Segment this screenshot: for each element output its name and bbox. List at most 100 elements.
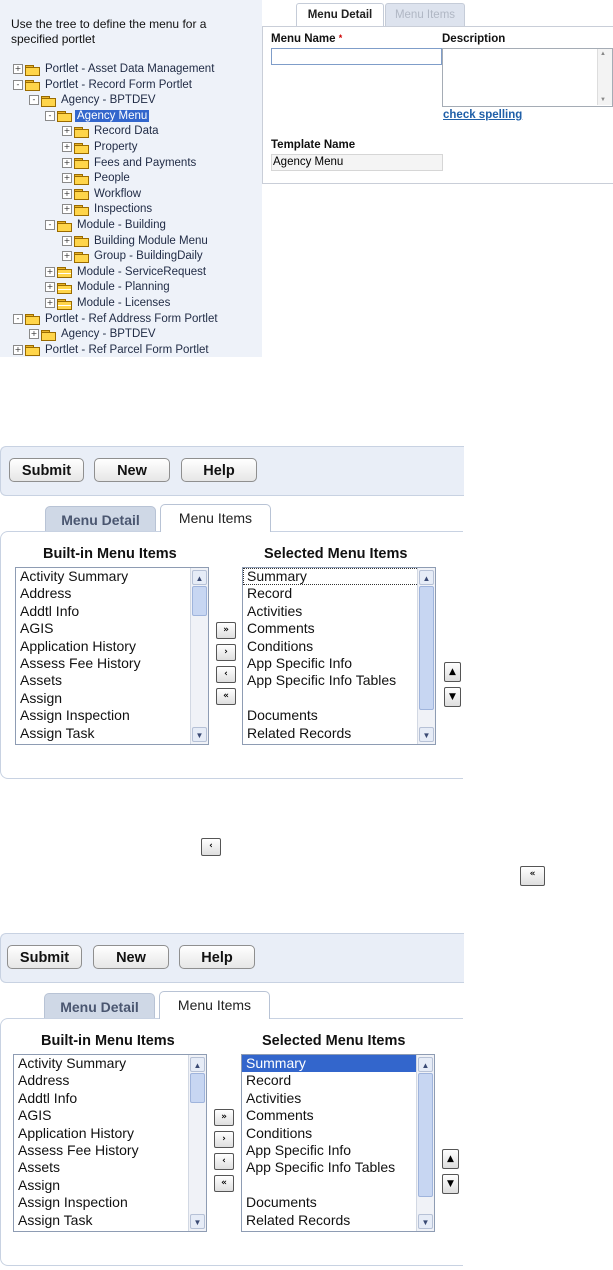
- tree-node[interactable]: - Portlet - Ref Address Form Portlet: [13, 311, 220, 327]
- tab-menu-items[interactable]: Menu Items: [160, 504, 271, 532]
- tree-node[interactable]: + Agency - BPTDEV: [29, 326, 158, 342]
- list-item[interactable]: AGIS: [14, 1107, 206, 1124]
- tree-node-label[interactable]: Property: [92, 141, 139, 153]
- list-item[interactable]: Assign Inspection: [16, 707, 208, 724]
- tree-node[interactable]: + Building Module Menu: [62, 233, 210, 249]
- move-up-icon[interactable]: ▲: [444, 662, 461, 682]
- tree-node-label[interactable]: Group - BuildingDaily: [92, 250, 205, 262]
- list-item[interactable]: Related Records: [242, 1212, 434, 1229]
- builtin-items-list[interactable]: Activity Summary Address Addtl Info AGIS App…: [13, 1054, 207, 1232]
- move-all-left-icon[interactable]: «: [214, 1175, 234, 1192]
- expand-icon[interactable]: +: [62, 142, 72, 152]
- scroll-down-icon[interactable]: ▼: [600, 97, 606, 103]
- collapse-icon[interactable]: -: [45, 220, 55, 230]
- list-item[interactable]: Assets: [16, 672, 208, 689]
- tree-node-label[interactable]: Building Module Menu: [92, 235, 210, 247]
- description-textarea[interactable]: [442, 48, 613, 107]
- scroll-down-icon[interactable]: ▼: [190, 1214, 205, 1229]
- list-item[interactable]: Assign: [14, 1177, 206, 1194]
- list-item[interactable]: [243, 690, 435, 707]
- tree-node[interactable]: + Inspections: [62, 201, 154, 217]
- tree-node-label[interactable]: Agency - BPTDEV: [59, 94, 158, 106]
- tree-node[interactable]: + Fees and Payments: [62, 155, 198, 171]
- move-up-icon[interactable]: ▲: [442, 1149, 459, 1169]
- move-all-left-icon[interactable]: «: [520, 866, 545, 886]
- list-item[interactable]: Activity Summary: [14, 1055, 206, 1072]
- tree-node-label[interactable]: Module - Planning: [75, 281, 172, 293]
- list-item[interactable]: Comments: [243, 620, 435, 637]
- scroll-up-icon[interactable]: ▲: [418, 1057, 433, 1072]
- collapse-icon[interactable]: -: [29, 95, 39, 106]
- tree-node-label[interactable]: Workflow: [92, 188, 143, 200]
- list-item[interactable]: Activity Summary: [16, 568, 208, 585]
- builtin-items-list[interactable]: Activity Summary Address Addtl Info AGIS App…: [15, 567, 209, 745]
- tree-node-label[interactable]: Portlet - Ref Address Form Portlet: [43, 313, 220, 325]
- scroll-thumb[interactable]: [418, 1073, 433, 1197]
- tree-node-label[interactable]: Portlet - Asset Data Management: [43, 63, 216, 75]
- help-button[interactable]: Help: [181, 458, 257, 482]
- expand-icon[interactable]: +: [13, 344, 23, 355]
- expand-icon[interactable]: +: [62, 173, 72, 184]
- new-button[interactable]: New: [93, 945, 169, 969]
- list-item[interactable]: Documents: [242, 1194, 434, 1211]
- list-item[interactable]: Assess Fee History: [14, 1142, 206, 1159]
- description-scrollbar[interactable]: ▲ ▼: [597, 49, 612, 105]
- tree-node[interactable]: - Agency Menu: [45, 108, 150, 124]
- move-right-icon[interactable]: ›: [216, 644, 236, 661]
- tree-node[interactable]: + Property: [62, 139, 139, 155]
- tab-menu-detail[interactable]: Menu Detail: [44, 993, 155, 1019]
- scroll-thumb[interactable]: [192, 586, 207, 616]
- list-item[interactable]: Summary: [243, 568, 435, 586]
- collapse-icon[interactable]: -: [13, 79, 23, 90]
- help-button[interactable]: Help: [179, 945, 255, 969]
- tree-node[interactable]: + People: [62, 170, 132, 186]
- move-left-icon[interactable]: ‹: [214, 1153, 234, 1170]
- list-item[interactable]: Assign: [16, 690, 208, 707]
- expand-icon[interactable]: +: [13, 64, 23, 74]
- expand-icon[interactable]: +: [62, 251, 72, 262]
- tree-node[interactable]: + Module - Licenses: [45, 295, 172, 311]
- move-all-right-icon[interactable]: »: [216, 622, 236, 639]
- tree-node[interactable]: + Record Data: [62, 123, 161, 139]
- move-all-right-icon[interactable]: »: [214, 1109, 234, 1126]
- scroll-down-icon[interactable]: ▼: [419, 727, 434, 742]
- list-item[interactable]: App Specific Info: [243, 655, 435, 672]
- list-scrollbar[interactable]: ▲ ▼: [417, 568, 435, 744]
- list-scrollbar[interactable]: ▲ ▼: [416, 1055, 434, 1231]
- move-left-icon[interactable]: ‹: [201, 838, 221, 856]
- tree-node-label[interactable]: Module - Building: [75, 219, 168, 231]
- list-item[interactable]: App Specific Info: [242, 1142, 434, 1159]
- expand-icon[interactable]: +: [45, 298, 55, 308]
- list-item[interactable]: Address: [16, 585, 208, 602]
- selected-items-list[interactable]: Summary Record Activities Comments Condition…: [242, 567, 436, 745]
- list-item[interactable]: Comments: [242, 1107, 434, 1124]
- scroll-thumb[interactable]: [190, 1073, 205, 1103]
- menu-name-input[interactable]: [271, 48, 442, 65]
- tree-node[interactable]: + Portlet - Ref Parcel Form Portlet: [13, 342, 211, 358]
- tree-node[interactable]: - Module - Building: [45, 217, 168, 233]
- list-item[interactable]: Conditions: [243, 638, 435, 655]
- list-item[interactable]: Documents: [243, 707, 435, 724]
- list-item[interactable]: Addtl Info: [16, 603, 208, 620]
- collapse-icon[interactable]: -: [45, 110, 55, 121]
- list-item[interactable]: Address: [14, 1072, 206, 1089]
- list-item[interactable]: Application History: [14, 1125, 206, 1142]
- scroll-down-icon[interactable]: ▼: [192, 727, 207, 742]
- collapse-icon[interactable]: -: [13, 313, 23, 324]
- tree-node-label[interactable]: Fees and Payments: [92, 157, 198, 169]
- list-item[interactable]: Application History: [16, 638, 208, 655]
- move-down-icon[interactable]: ▼: [444, 687, 461, 707]
- check-spelling-link[interactable]: check spelling: [443, 109, 522, 121]
- list-item[interactable]: Assign Task: [14, 1212, 206, 1229]
- tree-node-label[interactable]: Module - Licenses: [75, 297, 172, 309]
- selected-items-list[interactable]: Summary Record Activities Comments Condition…: [241, 1054, 435, 1232]
- expand-icon[interactable]: +: [29, 329, 39, 340]
- list-item[interactable]: Assign Task: [16, 725, 208, 742]
- list-item[interactable]: Related Records: [243, 725, 435, 742]
- tab-menu-items[interactable]: Menu Items: [385, 3, 465, 26]
- move-left-icon[interactable]: ‹: [216, 666, 236, 683]
- new-button[interactable]: New: [94, 458, 170, 482]
- tree-node[interactable]: + Module - ServiceRequest: [45, 264, 208, 280]
- list-item[interactable]: AGIS: [16, 620, 208, 637]
- submit-button[interactable]: Submit: [7, 945, 82, 969]
